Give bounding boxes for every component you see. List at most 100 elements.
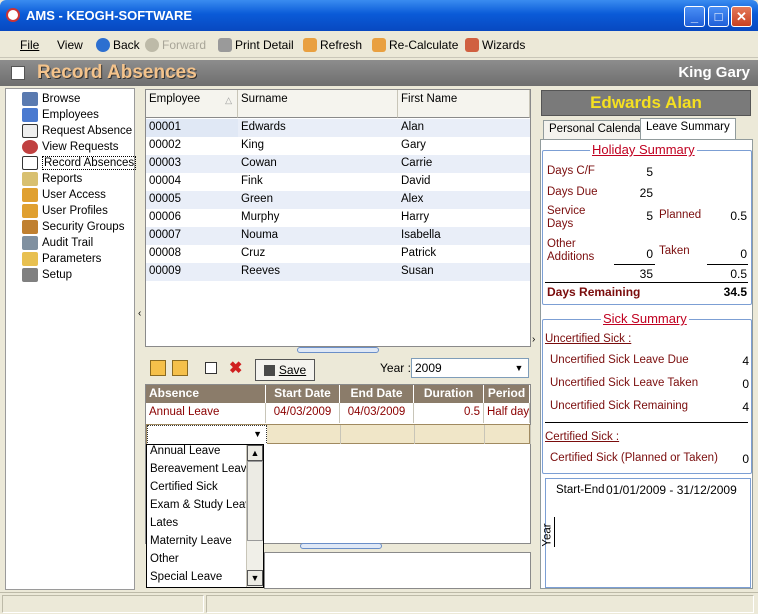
- table-row[interactable]: 00005 Green Alex: [146, 191, 530, 209]
- view-menu[interactable]: View: [57, 36, 83, 54]
- employee-id-cell[interactable]: 00001: [149, 121, 181, 133]
- surname-cell[interactable]: Murphy: [241, 211, 279, 223]
- table-row[interactable]: 00006 Murphy Harry: [146, 209, 530, 227]
- surname-cell[interactable]: Cruz: [241, 247, 265, 259]
- column-header-period[interactable]: Period: [484, 385, 530, 403]
- grid-splitter[interactable]: [145, 347, 531, 355]
- back-button[interactable]: Back: [96, 36, 140, 54]
- table-row[interactable]: 00002 King Gary: [146, 137, 530, 155]
- employee-id-cell[interactable]: 00009: [149, 265, 181, 277]
- nav-item-user-access[interactable]: User Access: [22, 187, 106, 203]
- left-splitter[interactable]: ‹: [137, 88, 145, 590]
- employee-id-cell[interactable]: 00004: [149, 175, 181, 187]
- chevron-down-icon[interactable]: ▼: [253, 429, 262, 439]
- tab-personal-calendar[interactable]: Personal Calendar: [543, 120, 651, 139]
- dropdown-option[interactable]: Certified Sick: [150, 481, 246, 499]
- duration-cell[interactable]: 0.5: [414, 403, 484, 423]
- print-detail-button[interactable]: Print Detail: [218, 36, 294, 54]
- column-header-end-date[interactable]: End Date: [340, 385, 414, 403]
- close-button[interactable]: ✕: [731, 6, 752, 27]
- table-row[interactable]: 00004 Fink David: [146, 173, 530, 191]
- dropdown-option[interactable]: Annual Leave: [150, 445, 246, 463]
- nav-item-request-absence[interactable]: Request Absence: [22, 123, 132, 139]
- employee-id-cell[interactable]: 00006: [149, 211, 181, 223]
- dropdown-scrollbar[interactable]: ▲ ▼: [246, 445, 263, 587]
- scroll-thumb[interactable]: [247, 461, 263, 541]
- nav-item-audit-trail[interactable]: Audit Trail: [22, 235, 93, 251]
- save-button[interactable]: Save: [255, 359, 315, 381]
- column-header-employee[interactable]: Employee △: [146, 90, 238, 118]
- surname-cell[interactable]: Edwards: [241, 121, 286, 133]
- maximize-button[interactable]: □: [708, 6, 729, 27]
- surname-cell[interactable]: Reeves: [241, 265, 280, 277]
- employee-id-cell[interactable]: 00008: [149, 247, 181, 259]
- table-row[interactable]: 00003 Cowan Carrie: [146, 155, 530, 173]
- column-header-first-name[interactable]: First Name: [398, 90, 530, 118]
- year-select[interactable]: 2009 ▼: [411, 358, 529, 378]
- first-name-cell[interactable]: Gary: [401, 139, 426, 151]
- employee-id-cell[interactable]: 00002: [149, 139, 181, 151]
- first-name-cell[interactable]: Patrick: [401, 247, 436, 259]
- nav-item-employees[interactable]: Employees: [22, 107, 99, 123]
- surname-cell[interactable]: King: [241, 139, 264, 151]
- table-row[interactable]: 00007 Nouma Isabella: [146, 227, 530, 245]
- dropdown-option[interactable]: Bereavement Leave: [150, 463, 246, 481]
- nav-item-setup[interactable]: Setup: [22, 267, 72, 283]
- dropdown-option[interactable]: Other: [150, 553, 246, 571]
- duration-cell[interactable]: [415, 425, 485, 445]
- absence-type-combo[interactable]: ▼: [147, 425, 267, 445]
- employee-id-cell[interactable]: 00005: [149, 193, 181, 205]
- scroll-down-icon[interactable]: ▼: [247, 570, 263, 586]
- surname-cell[interactable]: Cowan: [241, 157, 277, 169]
- column-header-surname[interactable]: Surname: [238, 90, 398, 118]
- new-absence-row[interactable]: ▼: [146, 424, 531, 445]
- absence-type-dropdown[interactable]: Annual Leave Bereavement Leave Certified…: [146, 444, 264, 588]
- start-date-cell[interactable]: 04/03/2009: [266, 403, 340, 423]
- first-name-cell[interactable]: Alan: [401, 121, 424, 133]
- tab-leave-summary[interactable]: Leave Summary: [640, 118, 736, 139]
- column-header-duration[interactable]: Duration: [414, 385, 484, 403]
- period-cell[interactable]: Half day: [484, 403, 530, 423]
- period-cell[interactable]: [485, 425, 531, 445]
- dropdown-option[interactable]: Maternity Leave: [150, 535, 246, 553]
- scroll-up-icon[interactable]: ▲: [247, 445, 263, 461]
- chevron-down-icon[interactable]: [300, 543, 382, 549]
- recalculate-button[interactable]: Re-Calculate: [372, 36, 458, 54]
- delete-icon[interactable]: ✖: [229, 358, 242, 378]
- dropdown-arrow-icon[interactable]: ▼: [512, 360, 526, 376]
- nav-item-user-profiles[interactable]: User Profiles: [22, 203, 108, 219]
- dropdown-option[interactable]: Lates: [150, 517, 246, 535]
- first-name-cell[interactable]: Carrie: [401, 157, 432, 169]
- right-splitter[interactable]: ›: [531, 88, 539, 590]
- end-date-cell[interactable]: [341, 425, 415, 445]
- notes-area[interactable]: [264, 552, 531, 589]
- first-name-cell[interactable]: Isabella: [401, 229, 441, 241]
- refresh-button[interactable]: Refresh: [303, 36, 362, 54]
- column-header-start-date[interactable]: Start Date: [266, 385, 340, 403]
- nav-item-view-requests[interactable]: View Requests: [22, 139, 119, 155]
- first-name-cell[interactable]: Alex: [401, 193, 423, 205]
- end-date-cell[interactable]: 04/03/2009: [340, 403, 414, 423]
- absence-type-cell[interactable]: Annual Leave: [146, 403, 266, 423]
- table-row[interactable]: 00001 Edwards Alan: [146, 119, 530, 137]
- forward-button[interactable]: Forward: [145, 36, 206, 54]
- surname-cell[interactable]: Fink: [241, 175, 263, 187]
- app-icon[interactable]: [6, 8, 20, 22]
- expand-icon[interactable]: [150, 360, 166, 376]
- first-name-cell[interactable]: David: [401, 175, 430, 187]
- nav-item-security-groups[interactable]: Security Groups: [22, 219, 124, 235]
- chevron-down-icon[interactable]: [297, 347, 379, 353]
- first-name-cell[interactable]: Susan: [401, 265, 434, 277]
- nav-item-record-absences[interactable]: Record Absences: [22, 155, 137, 171]
- checklist-icon[interactable]: [205, 362, 217, 374]
- nav-item-reports[interactable]: Reports: [22, 171, 82, 187]
- surname-cell[interactable]: Nouma: [241, 229, 278, 241]
- surname-cell[interactable]: Green: [241, 193, 273, 205]
- nav-item-parameters[interactable]: Parameters: [22, 251, 101, 267]
- minimize-button[interactable]: _: [684, 6, 705, 27]
- nav-item-browse[interactable]: Browse: [22, 91, 80, 107]
- wizards-button[interactable]: Wizards: [465, 36, 525, 54]
- column-header-absence[interactable]: Absence: [146, 385, 266, 403]
- dropdown-option[interactable]: Special Leave: [150, 571, 246, 589]
- start-date-cell[interactable]: [267, 425, 341, 445]
